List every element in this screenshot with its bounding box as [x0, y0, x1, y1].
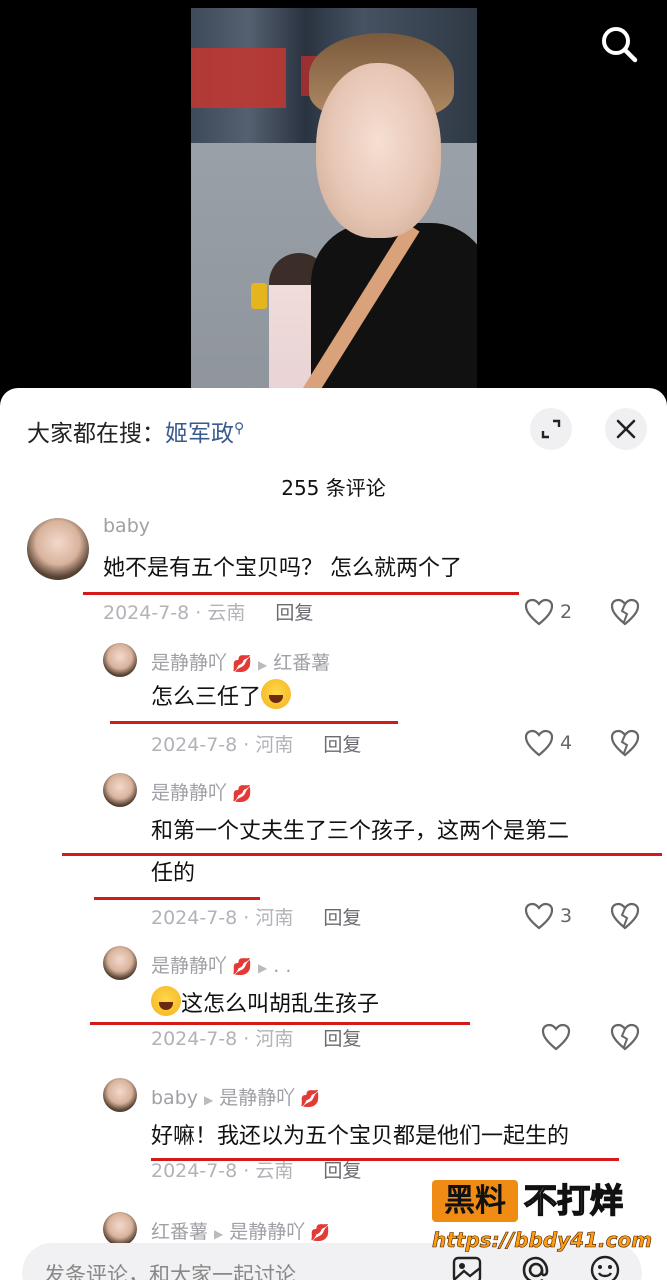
- lips-emoji: 💋: [227, 654, 253, 673]
- avatar[interactable]: [103, 946, 137, 980]
- reply-item: 是静静吖 💋 和第一个丈夫生了三个孩子，这两个是第二 任的 2024-7-8 ·…: [0, 773, 667, 933]
- avatar[interactable]: [103, 643, 137, 677]
- red-underline: [110, 721, 398, 724]
- reply-button[interactable]: 回复: [275, 602, 313, 624]
- comment-text: 这怎么叫胡乱生孩子: [151, 984, 379, 1026]
- comment-text: 怎么三任了: [151, 677, 292, 719]
- comment-username[interactable]: 是静静吖 💋 ▶ 红番薯: [151, 648, 330, 675]
- video-player[interactable]: [0, 0, 667, 400]
- comment-meta: 2024-7-8 · 河南 回复: [151, 1028, 362, 1050]
- comment-meta: 2024-7-8 · 河南 回复: [151, 907, 362, 929]
- expand-icon: [541, 419, 561, 439]
- video-woman-face: [316, 63, 441, 238]
- search-icon[interactable]: [599, 24, 639, 64]
- avatar[interactable]: [103, 1078, 137, 1112]
- reply-to-user: 是静静吖: [219, 1087, 296, 1109]
- reply-button[interactable]: 回复: [323, 734, 361, 756]
- like-count: 2: [560, 601, 573, 623]
- reply-item: 是静静吖 💋 ▶. . 这怎么叫胡乱生孩子 2024-7-8 · 河南 回复: [0, 946, 667, 1061]
- comment-username[interactable]: baby: [103, 515, 150, 537]
- comment-text: 好嘛！我还以为五个宝贝都是他们一起生的: [151, 1124, 570, 1149]
- like-button[interactable]: 4: [524, 729, 572, 757]
- comment-meta: 2024-7-8 · 云南 回复: [151, 1160, 362, 1182]
- comment-meta: 2024-7-8 · 云南 回复: [103, 602, 314, 624]
- reply-button[interactable]: 回复: [323, 1160, 361, 1182]
- reply-button[interactable]: 回复: [323, 1028, 361, 1050]
- expand-button[interactable]: [530, 408, 572, 450]
- comment-item: baby 她不是有五个宝贝吗？ 怎么就两个了 2024-7-8 · 云南 回复 2: [0, 515, 667, 630]
- dislike-button[interactable]: [610, 1023, 640, 1055]
- reply-to-user: 红番薯: [273, 652, 331, 674]
- hot-search-keyword[interactable]: 姬军政: [165, 421, 234, 447]
- dislike-button[interactable]: [610, 729, 640, 761]
- watermark-box: 黑料: [432, 1180, 518, 1222]
- comment-username[interactable]: 是静静吖 💋 ▶. .: [151, 951, 291, 978]
- hot-search-bar[interactable]: 大家都在搜：姬军政⚲: [27, 414, 244, 448]
- reply-arrow-icon: ▶: [214, 1227, 224, 1241]
- like-button[interactable]: [541, 1023, 577, 1051]
- video-frame[interactable]: [191, 8, 477, 392]
- reply-arrow-icon: ▶: [258, 961, 268, 975]
- lips-emoji: 💋: [227, 957, 253, 976]
- watermark: 黑料 不打烊 https://bbdy41.com: [432, 1180, 652, 1262]
- reply-to-user: 是静静吖: [229, 1221, 306, 1243]
- red-underline: [83, 592, 519, 595]
- avatar[interactable]: [27, 518, 89, 580]
- like-button[interactable]: 2: [524, 598, 572, 626]
- comment-input-placeholder[interactable]: 发条评论，和大家一起讨论: [44, 1259, 296, 1280]
- watermark-url: https://bbdy41.com: [432, 1228, 653, 1253]
- comment-text-line1: 和第一个丈夫生了三个孩子，这两个是第二: [151, 819, 570, 844]
- avatar[interactable]: [103, 773, 137, 807]
- comment-username[interactable]: 红番薯 ▶ 是静静吖 💋: [151, 1217, 330, 1244]
- broken-heart-icon: [610, 1023, 640, 1051]
- laughing-tears-emoji: [151, 986, 181, 1016]
- close-icon: [616, 419, 636, 439]
- comment-count-title: 255 条评论: [281, 476, 386, 500]
- video-can: [251, 283, 267, 309]
- dislike-button[interactable]: [610, 598, 640, 630]
- like-button[interactable]: 3: [524, 902, 572, 930]
- hot-search-prefix: 大家都在搜：: [27, 421, 165, 447]
- heart-icon: [524, 598, 554, 626]
- broken-heart-icon: [610, 729, 640, 757]
- avatar[interactable]: [103, 1212, 137, 1246]
- video-storefront: [191, 48, 286, 108]
- small-search-icon: ⚲: [234, 420, 245, 437]
- heart-icon: [524, 729, 554, 757]
- laughing-tears-emoji: [261, 679, 292, 709]
- heart-icon: [524, 902, 554, 930]
- reply-arrow-icon: ▶: [258, 658, 268, 672]
- comment-sheet: 大家都在搜：姬军政⚲ 255 条评论 baby 她不是有五个宝贝吗？ 怎么就两个…: [0, 388, 667, 1280]
- broken-heart-icon: [610, 902, 640, 930]
- comment-text: 她不是有五个宝贝吗？ 怎么就两个了: [103, 556, 462, 581]
- reply-item: 是静静吖 💋 ▶ 红番薯 怎么三任了 2024-7-8 · 河南 回复 4: [0, 643, 667, 758]
- lips-emoji: 💋: [227, 784, 253, 803]
- lips-emoji: 💋: [295, 1089, 321, 1108]
- reply-button[interactable]: 回复: [323, 907, 361, 929]
- watermark-title: 不打烊: [523, 1180, 624, 1221]
- red-underline: [94, 897, 260, 900]
- comment-meta: 2024-7-8 · 河南 回复: [151, 734, 362, 756]
- like-count: 3: [560, 905, 573, 927]
- comment-text-line2: 任的: [151, 861, 196, 886]
- reply-to-user: . .: [273, 955, 292, 977]
- lips-emoji: 💋: [305, 1223, 331, 1242]
- like-count: 4: [560, 732, 573, 754]
- heart-icon: [541, 1023, 571, 1051]
- dislike-button[interactable]: [610, 902, 640, 934]
- close-button[interactable]: [605, 408, 647, 450]
- comment-username[interactable]: 是静静吖 💋: [151, 778, 252, 805]
- broken-heart-icon: [610, 598, 640, 626]
- reply-arrow-icon: ▶: [204, 1093, 214, 1107]
- comment-username[interactable]: baby ▶ 是静静吖 💋: [151, 1083, 320, 1110]
